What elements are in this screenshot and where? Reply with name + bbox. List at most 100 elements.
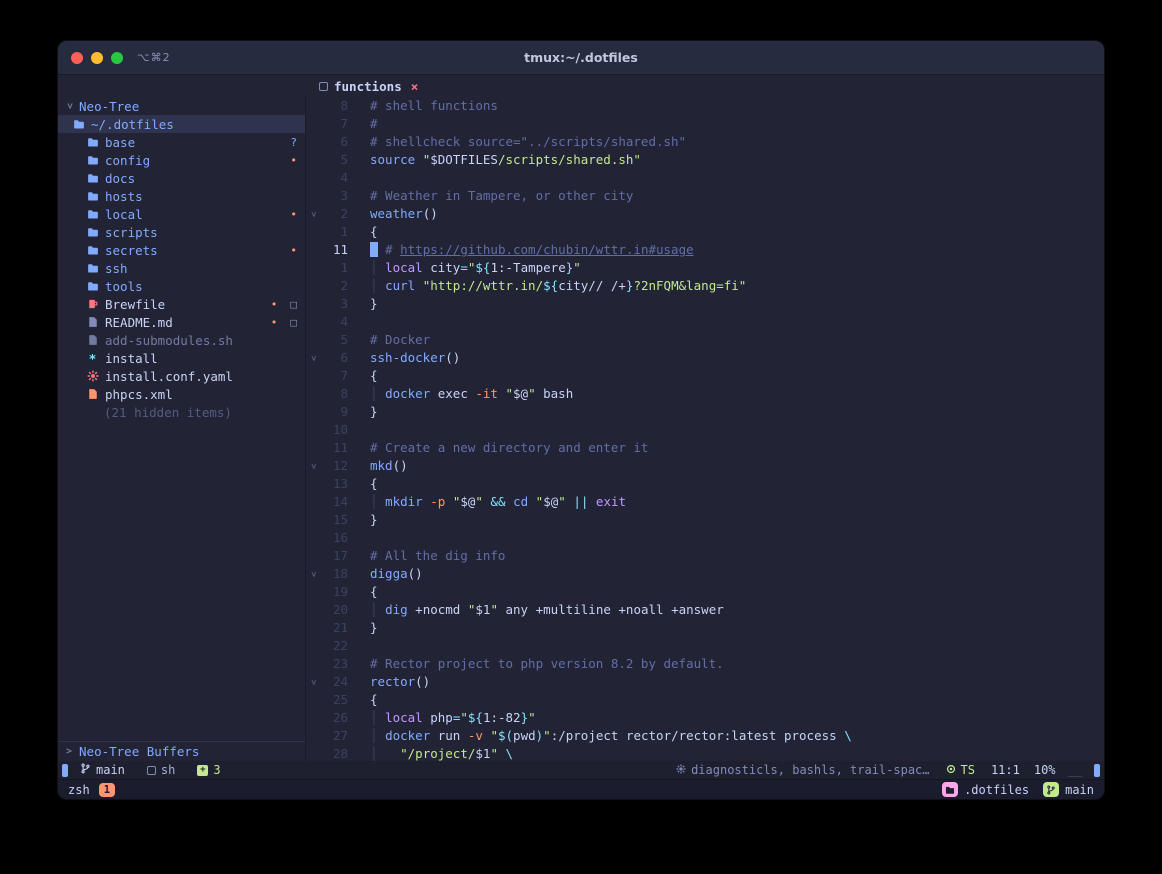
code-line[interactable]: 1{ — [306, 223, 1104, 241]
git-branch-icon — [80, 763, 91, 777]
sign-column — [348, 673, 370, 691]
code-text: # All the dig info — [370, 547, 505, 565]
line-number: 5 — [319, 151, 348, 169]
fold-chevron-icon[interactable]: > — [308, 571, 317, 576]
fold-chevron-icon[interactable]: > — [308, 463, 317, 468]
code-line[interactable]: 2│ curl "http://wttr.in/${city// /+}?2nF… — [306, 277, 1104, 295]
line-number: 6 — [319, 133, 348, 151]
sign-column — [348, 421, 370, 439]
code-text: │ curl "http://wttr.in/${city// /+}?2nFQ… — [370, 277, 746, 295]
code-line[interactable]: 3} — [306, 295, 1104, 313]
tree-item-add-submodules.sh[interactable]: add-submodules.sh — [58, 331, 305, 349]
tmux-branch-label: main — [1065, 783, 1094, 797]
fold-column — [306, 331, 319, 349]
code-line[interactable]: 23# Rector project to php version 8.2 by… — [306, 655, 1104, 673]
tree-item-base[interactable]: base? — [58, 133, 305, 151]
code-line[interactable]: 26│ local php="${1:-82}" — [306, 709, 1104, 727]
code-line[interactable]: 3# Weather in Tampere, or other city — [306, 187, 1104, 205]
line-number: 14 — [319, 493, 348, 511]
neo-tree-buffers-header[interactable]: > Neo-Tree Buffers — [58, 741, 305, 761]
sign-column — [348, 133, 370, 151]
tree-item-install.conf.yaml[interactable]: install.conf.yaml — [58, 367, 305, 385]
minimize-window-button[interactable] — [91, 52, 103, 64]
tree-item-tools[interactable]: tools — [58, 277, 305, 295]
tree-item-local[interactable]: local• — [58, 205, 305, 223]
code-line[interactable]: 6# shellcheck source="../scripts/shared.… — [306, 133, 1104, 151]
code-line[interactable]: 25{ — [306, 691, 1104, 709]
tree-item-README.md[interactable]: README.md•□ — [58, 313, 305, 331]
tab-functions[interactable]: functions × — [319, 79, 418, 94]
tmux-window-index-badge[interactable]: 1 — [99, 783, 115, 797]
code-line[interactable]: 8# shell functions — [306, 97, 1104, 115]
line-number: 15 — [319, 511, 348, 529]
code-line[interactable]: 15} — [306, 511, 1104, 529]
tree-item-scripts[interactable]: scripts — [58, 223, 305, 241]
code-line[interactable]: 4 — [306, 169, 1104, 187]
code-line[interactable]: 10 — [306, 421, 1104, 439]
tree-item-config[interactable]: config• — [58, 151, 305, 169]
tree-root-item[interactable]: ~/.dotfiles — [58, 115, 305, 133]
code-text: { — [370, 367, 378, 385]
code-line[interactable]: 21} — [306, 619, 1104, 637]
code-line[interactable]: 9} — [306, 403, 1104, 421]
tree-item-install[interactable]: *install — [58, 349, 305, 367]
code-line[interactable]: 11# Create a new directory and enter it — [306, 439, 1104, 457]
close-tab-icon[interactable]: × — [411, 79, 419, 94]
close-window-button[interactable] — [71, 52, 83, 64]
code-line[interactable]: 14│ mkdir -p "$@" && cd "$@" || exit — [306, 493, 1104, 511]
code-line[interactable]: 22 — [306, 637, 1104, 655]
tree-item-ssh[interactable]: ssh — [58, 259, 305, 277]
chevron-right-icon: > — [66, 747, 72, 757]
sign-column — [348, 169, 370, 187]
neo-tree-source-header[interactable]: > Neo-Tree — [58, 97, 305, 115]
code-line[interactable]: 5 source "$DOTFILES/scripts/shared.sh" — [306, 151, 1104, 169]
tree-item-label: hosts — [105, 189, 143, 204]
code-line[interactable]: >6ssh-docker() — [306, 349, 1104, 367]
tree-item-docs[interactable]: docs — [58, 169, 305, 187]
code-line[interactable]: 28│ "/project/$1" \ — [306, 745, 1104, 761]
zoom-window-button[interactable] — [111, 52, 123, 64]
editor[interactable]: 8# shell functions7#6# shellcheck source… — [306, 97, 1104, 761]
fold-chevron-icon[interactable]: > — [308, 679, 317, 684]
code-line[interactable]: >12mkd() — [306, 457, 1104, 475]
fold-chevron-icon[interactable]: > — [308, 211, 317, 216]
code-line[interactable]: 5# Docker — [306, 331, 1104, 349]
code-text: source "$DOTFILES/scripts/shared.sh" — [370, 151, 641, 169]
sign-column — [348, 637, 370, 655]
tmux-session-name[interactable]: zsh — [68, 783, 90, 797]
code-line[interactable]: 17# All the dig info — [306, 547, 1104, 565]
code-line[interactable]: 27│ docker run -v "$(pwd)":/project rect… — [306, 727, 1104, 745]
code-line[interactable]: 19{ — [306, 583, 1104, 601]
code-line[interactable]: 13{ — [306, 475, 1104, 493]
treesitter-label: TS — [961, 763, 975, 777]
code-line[interactable]: 11 # https://github.com/chubin/wttr.in#u… — [306, 241, 1104, 259]
code-line[interactable]: 1│ local city="${1:-Tampere}" — [306, 259, 1104, 277]
lsp-icon — [676, 763, 686, 777]
sign-column — [348, 97, 370, 115]
tmux-status-bar: zsh 1 .dotfiles main — [58, 779, 1104, 799]
code-line[interactable]: >18digga() — [306, 565, 1104, 583]
code-line[interactable]: >2weather() — [306, 205, 1104, 223]
tree-item-hosts[interactable]: hosts — [58, 187, 305, 205]
code-line[interactable]: 4 — [306, 313, 1104, 331]
code-line[interactable]: 20│ dig +nocmd "$1" any +multiline +noal… — [306, 601, 1104, 619]
folder-open-icon — [72, 118, 85, 130]
code-line[interactable]: >24rector() — [306, 673, 1104, 691]
tree-item-label: docs — [105, 171, 135, 186]
fold-column: > — [306, 673, 319, 691]
tree-item-phpcs.xml[interactable]: phpcs.xml — [58, 385, 305, 403]
tree-item-secrets[interactable]: secrets• — [58, 241, 305, 259]
tree-item-Brewfile[interactable]: Brewfile•□ — [58, 295, 305, 313]
fold-column: > — [306, 349, 319, 367]
code-line[interactable]: 8│ docker exec -it "$@" bash — [306, 385, 1104, 403]
line-number: 3 — [319, 187, 348, 205]
code-line[interactable]: 16 — [306, 529, 1104, 547]
code-line[interactable]: 7# — [306, 115, 1104, 133]
buffers-title: Neo-Tree Buffers — [79, 744, 199, 759]
code-line[interactable]: 7{ — [306, 367, 1104, 385]
sign-column — [348, 727, 370, 745]
lsp-servers-label: diagnosticls, bashls, trail-spac… — [691, 763, 929, 777]
fold-chevron-icon[interactable]: > — [308, 355, 317, 360]
line-number: 28 — [319, 745, 348, 761]
tree-item-label: local — [105, 207, 143, 222]
